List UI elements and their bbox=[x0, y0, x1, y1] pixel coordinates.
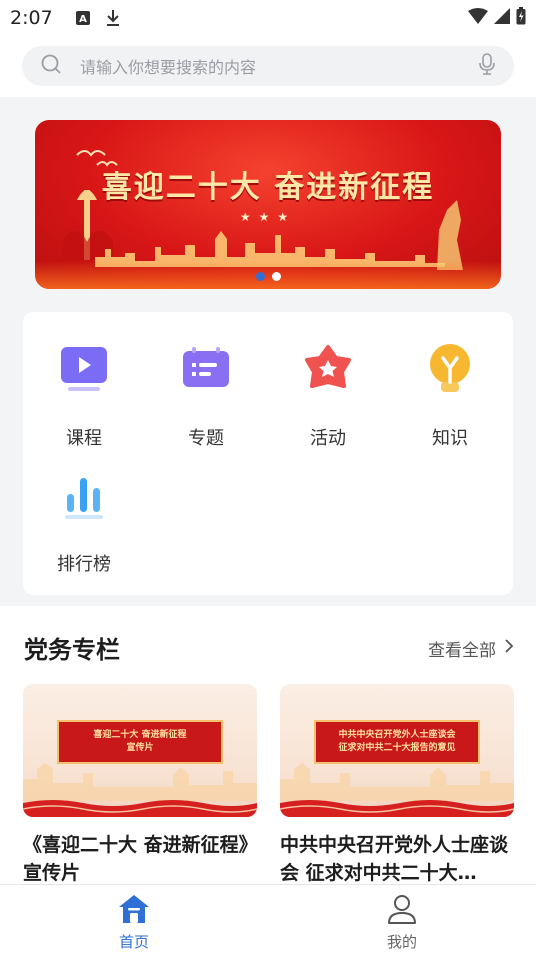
video-play-icon bbox=[56, 342, 112, 398]
carousel-dot-2[interactable] bbox=[271, 272, 281, 281]
search-icon bbox=[40, 53, 62, 79]
tab-profile[interactable]: 我的 bbox=[268, 885, 536, 954]
banner-title: 喜迎二十大 奋进新征程 bbox=[101, 170, 435, 205]
banner-stars: ★★★ bbox=[239, 210, 297, 224]
party-section: 党务专栏 查看全部 喜迎二十大 奋进新征程 宣传片 《喜迎二十大 奋进新征程》宣… bbox=[0, 606, 536, 886]
signal-icon bbox=[494, 7, 510, 29]
thumbnail-text-1a: 喜迎二十大 奋进新征程 bbox=[93, 730, 187, 740]
building-graphic bbox=[280, 763, 514, 801]
banner-carousel[interactable]: 喜迎二十大 奋进新征程 ★★★ bbox=[35, 120, 501, 289]
function-menu: 课程 专题 活动 知识 排行榜 bbox=[23, 312, 513, 595]
thumbnail-ribbon-2: 中共中央召开党外人士座谈会 征求对中共二十大报告的意见 bbox=[314, 720, 480, 764]
menu-label-topics: 专题 bbox=[188, 428, 224, 449]
article-thumbnail-1: 喜迎二十大 奋进新征程 宣传片 bbox=[23, 684, 257, 817]
status-time: 2:07 bbox=[10, 7, 53, 29]
menu-item-ranking[interactable]: 排行榜 bbox=[23, 468, 145, 576]
thumbnail-text-1b: 宣传片 bbox=[126, 743, 154, 753]
menu-label-knowledge: 知识 bbox=[432, 428, 468, 449]
top-header: 2:07 A 请输入你想要搜索的内容 bbox=[0, 0, 536, 97]
home-icon bbox=[117, 893, 151, 929]
search-input[interactable]: 请输入你想要搜索的内容 bbox=[80, 54, 478, 78]
download-icon bbox=[105, 9, 121, 27]
thumbnail-text-2b: 征求对中共二十大报告的意见 bbox=[338, 743, 456, 753]
microphone-icon[interactable] bbox=[478, 53, 496, 79]
view-all-label: 查看全部 bbox=[428, 641, 496, 661]
status-bar: 2:07 A bbox=[0, 0, 536, 36]
article-card-2[interactable]: 中共中央召开党外人士座谈会 征求对中共二十大报告的意见 中共中央召开党外人士座谈… bbox=[280, 684, 514, 887]
lightbulb-icon bbox=[422, 342, 478, 398]
carousel-dot-1[interactable] bbox=[255, 272, 265, 281]
tab-label-home: 首页 bbox=[118, 933, 149, 951]
menu-item-knowledge[interactable]: 知识 bbox=[389, 342, 511, 450]
menu-item-activities[interactable]: 活动 bbox=[267, 342, 389, 450]
topic-list-icon bbox=[178, 342, 234, 398]
accessibility-icon: A bbox=[75, 10, 91, 26]
article-title-2: 中共中央召开党外人士座谈会 征求对中共二十大… bbox=[280, 834, 509, 884]
svg-text:A: A bbox=[79, 14, 87, 25]
bar-chart-icon bbox=[56, 468, 112, 524]
search-bar[interactable]: 请输入你想要搜索的内容 bbox=[22, 46, 514, 86]
thumbnail-ribbon-1: 喜迎二十大 奋进新征程 宣传片 bbox=[57, 720, 223, 764]
wave-graphic bbox=[280, 800, 514, 817]
article-thumbnail-2: 中共中央召开党外人士座谈会 征求对中共二十大报告的意见 bbox=[280, 684, 514, 817]
menu-item-topics[interactable]: 专题 bbox=[145, 342, 267, 450]
view-all-link[interactable]: 查看全部 bbox=[428, 636, 514, 661]
tab-label-profile: 我的 bbox=[386, 933, 417, 951]
bottom-tab-bar: 首页 我的 bbox=[0, 884, 536, 954]
carousel-indicator bbox=[35, 272, 501, 281]
menu-label-ranking: 排行榜 bbox=[57, 554, 111, 575]
chevron-right-icon bbox=[504, 638, 514, 659]
section-title: 党务专栏 bbox=[24, 636, 120, 664]
battery-icon bbox=[516, 6, 526, 30]
menu-label-activities: 活动 bbox=[310, 428, 346, 449]
article-title-1: 《喜迎二十大 奋进新征程》宣传片 bbox=[23, 834, 249, 884]
building-graphic bbox=[23, 763, 257, 801]
menu-label-courses: 课程 bbox=[66, 428, 102, 449]
thumbnail-text-2a: 中共中央召开党外人士座谈会 bbox=[338, 730, 456, 740]
user-icon bbox=[385, 893, 419, 929]
wave-graphic bbox=[23, 800, 257, 817]
wifi-icon bbox=[468, 7, 488, 29]
article-card-1[interactable]: 喜迎二十大 奋进新征程 宣传片 《喜迎二十大 奋进新征程》宣传片 bbox=[23, 684, 257, 887]
star-badge-icon bbox=[300, 342, 356, 398]
tab-home[interactable]: 首页 bbox=[0, 885, 268, 954]
menu-item-courses[interactable]: 课程 bbox=[23, 342, 145, 450]
